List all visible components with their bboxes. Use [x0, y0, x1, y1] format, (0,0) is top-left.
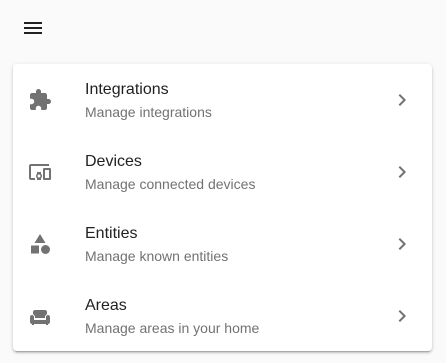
chevron-right-icon [390, 88, 414, 112]
row-subtitle: Manage integrations [85, 104, 212, 120]
row-text: Integrations Manage integrations [85, 80, 212, 121]
menu-button[interactable] [12, 7, 54, 49]
hamburger-menu-icon [24, 22, 42, 34]
chevron-right-icon [390, 160, 414, 184]
row-subtitle: Manage known entities [85, 248, 229, 264]
menu-item-areas[interactable]: Areas Manage areas in your home [13, 280, 432, 351]
shapes-icon [28, 232, 52, 256]
row-text: Devices Manage connected devices [85, 152, 255, 193]
row-title: Devices [85, 153, 142, 170]
puzzle-icon [28, 88, 52, 112]
row-title: Entities [85, 225, 138, 242]
row-text: Areas Manage areas in your home [85, 296, 259, 337]
chevron-right-icon [390, 232, 414, 256]
menu-item-entities[interactable]: Entities Manage known entities [13, 208, 432, 280]
menu-item-integrations[interactable]: Integrations Manage integrations [13, 64, 432, 136]
row-title: Integrations [85, 81, 169, 98]
row-subtitle: Manage areas in your home [85, 320, 260, 336]
row-title: Areas [85, 297, 127, 314]
row-subtitle: Manage connected devices [85, 176, 256, 192]
top-bar [0, 0, 446, 56]
config-menu-card: Integrations Manage integrations Devices… [13, 64, 432, 351]
menu-item-devices[interactable]: Devices Manage connected devices [13, 136, 432, 208]
sofa-icon [28, 304, 52, 328]
row-text: Entities Manage known entities [85, 224, 228, 265]
chevron-right-icon [390, 304, 414, 328]
devices-icon [28, 160, 52, 184]
